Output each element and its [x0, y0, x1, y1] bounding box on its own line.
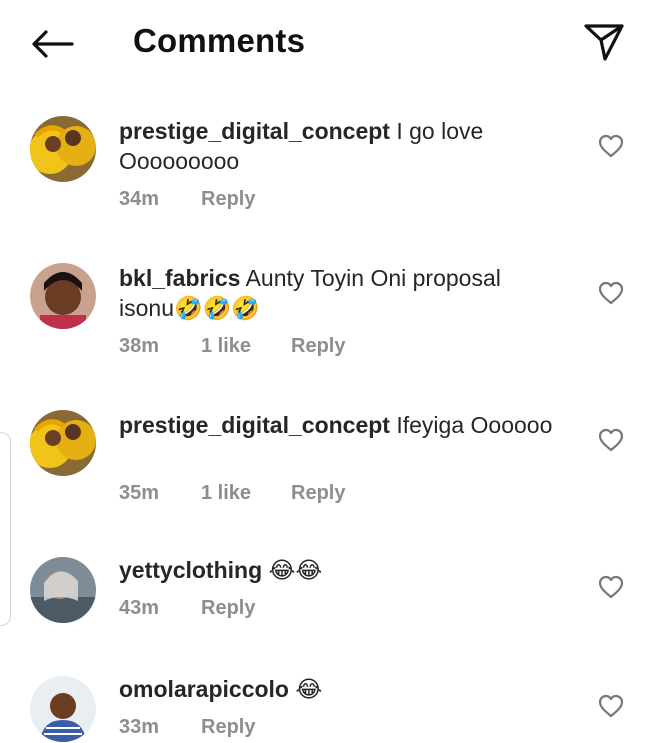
comment-text: 😂 [295, 676, 323, 702]
share-button[interactable] [580, 20, 628, 64]
comment-body: omolarapiccolo 😂 [119, 674, 559, 704]
comment-body: bkl_fabrics Aunty Toyin Oni proposal iso… [119, 263, 559, 323]
comment-time: 34m [119, 188, 160, 210]
like-button[interactable] [596, 426, 626, 454]
comment-time: 35m [119, 482, 160, 504]
like-count[interactable]: 1 like [201, 482, 291, 505]
comment-username[interactable]: bkl_fabrics [119, 265, 240, 291]
comment-meta: 38m 1 like Reply [119, 335, 345, 358]
comment-item: bkl_fabrics Aunty Toyin Oni proposal iso… [0, 257, 662, 367]
comment-body: prestige_digital_concept Ifeyiga Oooooo [119, 410, 559, 440]
heart-icon [598, 281, 624, 305]
like-button[interactable] [596, 692, 626, 720]
comment-body: prestige_digital_concept I go love Ooooo… [119, 116, 559, 176]
heart-icon [598, 134, 624, 158]
comment-meta: 34m Reply [119, 188, 255, 211]
comment-time: 38m [119, 335, 160, 357]
comment-item: prestige_digital_concept I go love Ooooo… [0, 110, 662, 220]
comment-meta: 43m Reply [119, 597, 255, 620]
comment-item: yettyclothing 😂😂 43m Reply [0, 551, 662, 641]
reply-button[interactable]: Reply [291, 482, 345, 505]
paper-plane-icon [584, 24, 624, 61]
arrow-left-icon [32, 30, 74, 58]
comment-username[interactable]: prestige_digital_concept [119, 412, 390, 438]
like-count[interactable]: 1 like [201, 335, 291, 358]
heart-icon [598, 575, 624, 599]
comment-text: 😂😂 [268, 557, 323, 583]
heart-icon [598, 428, 624, 452]
like-button[interactable] [596, 279, 626, 307]
comment-time: 33m [119, 716, 160, 738]
comment-item: prestige_digital_concept Ifeyiga Oooooo … [0, 404, 662, 514]
avatar[interactable] [30, 410, 96, 476]
avatar[interactable] [30, 263, 96, 329]
back-button[interactable] [28, 22, 76, 66]
avatar[interactable] [30, 676, 96, 742]
comment-meta: 35m 1 like Reply [119, 482, 345, 505]
heart-icon [598, 694, 624, 718]
reply-button[interactable]: Reply [291, 335, 345, 358]
avatar[interactable] [30, 557, 96, 623]
comment-username[interactable]: yettyclothing [119, 557, 262, 583]
header-bar: Comments [0, 0, 662, 88]
like-button[interactable] [596, 573, 626, 601]
like-button[interactable] [596, 132, 626, 160]
reply-button[interactable]: Reply [201, 188, 255, 211]
reply-button[interactable]: Reply [201, 716, 255, 739]
comment-meta: 33m Reply [119, 716, 255, 739]
comment-body: yettyclothing 😂😂 [119, 555, 559, 585]
comment-item: omolarapiccolo 😂 33m Reply [0, 670, 662, 743]
comment-username[interactable]: prestige_digital_concept [119, 118, 390, 144]
comment-username[interactable]: omolarapiccolo [119, 676, 289, 702]
page-title: Comments [133, 22, 306, 59]
reply-button[interactable]: Reply [201, 597, 255, 620]
comment-text: Ifeyiga Oooooo [396, 412, 553, 438]
avatar[interactable] [30, 116, 96, 182]
comment-time: 43m [119, 597, 160, 619]
